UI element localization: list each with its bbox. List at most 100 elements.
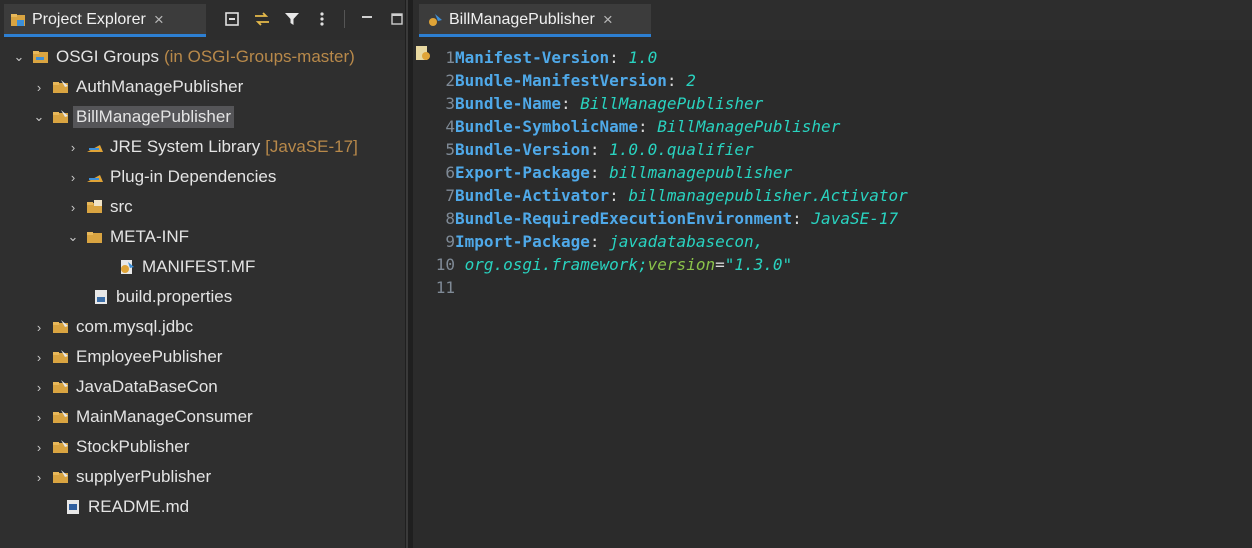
chevron-right-icon[interactable]: › (32, 350, 46, 365)
colon: : (792, 209, 812, 228)
filter-icon[interactable] (282, 9, 302, 29)
tree-item-label: EmployeePublisher (76, 347, 223, 366)
tree-item-supplyerpublisher[interactable]: › supplyerPublisher (32, 464, 211, 490)
maximize-icon[interactable] (387, 9, 407, 29)
warning-annotation-icon[interactable] (415, 45, 431, 61)
code-line: 8 Bundle-RequiredExecutionEnvironment: Ja… (435, 207, 898, 230)
view-menu-icon[interactable] (312, 9, 332, 29)
plugin-project-icon (53, 320, 68, 333)
manifest-key: Import-Package (455, 232, 590, 251)
manifest-file-icon (429, 14, 442, 26)
equals-sign: = (715, 255, 725, 274)
plugin-project-icon (53, 410, 68, 423)
tree-item-label: README.md (88, 497, 190, 516)
explorer-toolbar (222, 9, 407, 29)
code-line: 9 Import-Package: javadatabasecon, (435, 230, 763, 253)
explorer-tabbar: Project Explorer × (0, 0, 405, 40)
tree-item-label: JavaDataBaseCon (76, 377, 218, 396)
link-with-editor-icon[interactable] (252, 9, 272, 29)
close-icon[interactable]: × (154, 10, 164, 30)
tab-billmanagepublisher[interactable]: BillManagePublisher × (419, 4, 651, 37)
chevron-down-icon[interactable]: ⌄ (32, 109, 46, 125)
manifest-editor: BillManagePublisher × 1 Manifest-Version:… (413, 0, 1252, 548)
colon: : (638, 117, 658, 136)
code-line: 4 Bundle-SymbolicName: BillManagePublishe… (435, 115, 840, 138)
line-number: 7 (445, 186, 455, 205)
manifest-key: Bundle-Name (455, 94, 561, 113)
chevron-right-icon[interactable]: › (66, 170, 80, 185)
tree-item-label: com.mysql.jdbc (76, 317, 194, 336)
plugin-project-icon (53, 440, 68, 453)
chevron-right-icon[interactable]: › (66, 200, 80, 215)
library-icon (87, 145, 103, 152)
properties-file-icon (95, 290, 107, 304)
tree-item-manifest-mf[interactable]: MANIFEST.MF (118, 254, 255, 280)
code-line: 3 Bundle-Name: BillManagePublisher (435, 92, 763, 115)
chevron-right-icon[interactable]: › (66, 140, 80, 155)
tree-item-label: META-INF (110, 227, 190, 246)
tab-project-explorer[interactable]: Project Explorer × (4, 4, 206, 37)
chevron-right-icon[interactable]: › (32, 410, 46, 425)
manifest-value: 1.0 (628, 48, 658, 67)
colon: : (589, 232, 610, 251)
tab-billmanagepublisher-label: BillManagePublisher (449, 11, 595, 28)
toolbar-separator (344, 10, 345, 28)
source-folder-icon (87, 200, 102, 213)
line-number: 5 (445, 140, 455, 159)
tree-item-src[interactable]: › src (66, 194, 133, 220)
plugin-project-icon (53, 80, 68, 93)
library-icon (87, 175, 103, 182)
chevron-right-icon[interactable]: › (32, 380, 46, 395)
close-icon[interactable]: × (603, 10, 613, 30)
collapse-all-icon[interactable] (222, 9, 242, 29)
tree-item-decoration: (in OSGI-Groups-master) (163, 47, 355, 66)
tree-item-build-properties[interactable]: build.properties (92, 284, 232, 310)
tree-item-employeepublisher[interactable]: › EmployeePublisher (32, 344, 223, 370)
tree-item-label: JRE System Library (110, 137, 261, 156)
tree-item-jre-system-library[interactable]: › JRE System Library [JavaSE-17] (66, 134, 358, 160)
view-splitter[interactable] (405, 0, 413, 548)
tree-item-authmanagepublisher[interactable]: › AuthManagePublisher (32, 74, 243, 100)
chevron-down-icon[interactable]: ⌄ (12, 49, 26, 65)
tree-item-label: build.properties (116, 287, 233, 306)
tree-item-label: MainManageConsumer (76, 407, 253, 426)
tree-item-label: OSGI Groups (56, 47, 159, 66)
line-number: 3 (445, 94, 455, 113)
tree-item-billmanagepublisher[interactable]: ⌄ BillManagePublisher (32, 104, 234, 130)
manifest-key: Bundle-SymbolicName (455, 117, 639, 136)
tree-item-label: supplyerPublisher (76, 467, 212, 486)
chevron-right-icon[interactable]: › (32, 320, 46, 335)
chevron-right-icon[interactable]: › (32, 470, 46, 485)
colon: : (609, 186, 629, 205)
tree-item-label: Plug-in Dependencies (110, 167, 277, 186)
tree-item-label: src (110, 197, 133, 216)
chevron-right-icon[interactable]: › (32, 440, 46, 455)
tree-item-osgi-groups[interactable]: ⌄ OSGI Groups (in OSGI-Groups-master) (12, 44, 355, 70)
code-line: 1 Manifest-Version: 1.0 (435, 46, 657, 69)
chevron-right-icon[interactable]: › (32, 80, 46, 95)
tree-item-meta-inf[interactable]: ⌄ META-INF (66, 224, 189, 250)
plugin-project-icon (53, 110, 68, 123)
tree-item-plugin-dependencies[interactable]: › Plug-in Dependencies (66, 164, 277, 190)
line-number: 4 (445, 117, 455, 136)
tab-project-explorer-label: Project Explorer (32, 11, 146, 28)
minimize-icon[interactable] (357, 9, 377, 29)
plugin-project-icon (53, 350, 68, 363)
tree-item-mainmanageconsumer[interactable]: › MainManageConsumer (32, 404, 253, 430)
manifest-value: javadatabasecon, (609, 232, 764, 251)
chevron-down-icon[interactable]: ⌄ (66, 229, 80, 245)
tree-item-stockpublisher[interactable]: › StockPublisher (32, 434, 190, 460)
tree-item-com-mysql-jdbc[interactable]: › com.mysql.jdbc (32, 314, 193, 340)
manifest-key: Export-Package (455, 163, 590, 182)
manifest-value: 2 (686, 71, 696, 90)
markdown-file-icon (67, 500, 79, 514)
tree-item-label: AuthManagePublisher (76, 77, 244, 96)
manifest-key: Bundle-ManifestVersion (455, 71, 667, 90)
manifest-key: Bundle-Version (455, 140, 590, 159)
tree-item-javadatabasecon[interactable]: › JavaDataBaseCon (32, 374, 218, 400)
plugin-project-icon (53, 380, 68, 393)
manifest-key: Bundle-RequiredExecutionEnvironment (455, 209, 793, 228)
line-number: 10 (435, 255, 455, 274)
code-line: 2 Bundle-ManifestVersion: 2 (435, 69, 696, 92)
tree-item-readme-md[interactable]: README.md (64, 494, 189, 520)
